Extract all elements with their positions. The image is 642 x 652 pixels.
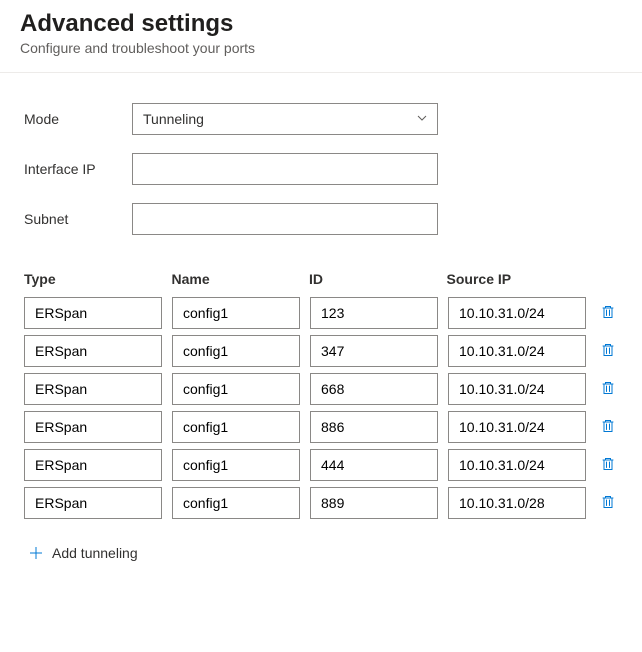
table-row [24, 373, 618, 405]
row-id-input[interactable] [310, 487, 438, 519]
mode-select[interactable]: Tunneling [132, 103, 438, 135]
row-type-input[interactable] [24, 487, 162, 519]
row-type-input[interactable] [24, 449, 162, 481]
table-row [24, 487, 618, 519]
row-name-input[interactable] [172, 335, 300, 367]
row-type-input[interactable] [24, 411, 162, 443]
mode-label: Mode [24, 111, 132, 127]
page-subtitle: Configure and troubleshoot your ports [20, 40, 622, 56]
plus-icon [28, 545, 44, 561]
row-id-input[interactable] [310, 373, 438, 405]
row-source-ip-input[interactable] [448, 297, 586, 329]
page-title: Advanced settings [20, 10, 622, 38]
row-name-input[interactable] [172, 411, 300, 443]
row-name-input[interactable] [172, 373, 300, 405]
row-type-input[interactable] [24, 373, 162, 405]
row-source-ip-input[interactable] [448, 373, 586, 405]
row-type-input[interactable] [24, 335, 162, 367]
delete-row-button[interactable] [596, 491, 620, 515]
trash-icon [600, 418, 616, 437]
delete-row-button[interactable] [596, 377, 620, 401]
add-tunneling-label: Add tunneling [52, 545, 138, 561]
row-name-input[interactable] [172, 297, 300, 329]
row-source-ip-input[interactable] [448, 335, 586, 367]
delete-row-button[interactable] [596, 339, 620, 363]
trash-icon [600, 456, 616, 475]
trash-icon [600, 380, 616, 399]
trash-icon [600, 304, 616, 323]
row-id-input[interactable] [310, 297, 438, 329]
table-header-name: Name [171, 271, 299, 287]
row-id-input[interactable] [310, 335, 438, 367]
row-source-ip-input[interactable] [448, 449, 586, 481]
trash-icon [600, 494, 616, 513]
row-id-input[interactable] [310, 449, 438, 481]
mode-select-value: Tunneling [143, 111, 204, 127]
delete-row-button[interactable] [596, 415, 620, 439]
table-header-source-ip: Source IP [447, 271, 584, 287]
row-source-ip-input[interactable] [448, 487, 586, 519]
table-row [24, 411, 618, 443]
table-header: Type Name ID Source IP [24, 271, 618, 297]
trash-icon [600, 342, 616, 361]
row-source-ip-input[interactable] [448, 411, 586, 443]
table-row [24, 297, 618, 329]
interface-ip-input[interactable] [132, 153, 438, 185]
add-tunneling-button[interactable]: Add tunneling [24, 545, 618, 561]
table-row [24, 335, 618, 367]
delete-row-button[interactable] [596, 453, 620, 477]
row-name-input[interactable] [172, 449, 300, 481]
delete-row-button[interactable] [596, 301, 620, 325]
row-id-input[interactable] [310, 411, 438, 443]
interface-ip-label: Interface IP [24, 161, 132, 177]
row-type-input[interactable] [24, 297, 162, 329]
table-header-id: ID [309, 271, 437, 287]
subnet-label: Subnet [24, 211, 132, 227]
table-header-type: Type [24, 271, 161, 287]
table-row [24, 449, 618, 481]
subnet-input[interactable] [132, 203, 438, 235]
row-name-input[interactable] [172, 487, 300, 519]
